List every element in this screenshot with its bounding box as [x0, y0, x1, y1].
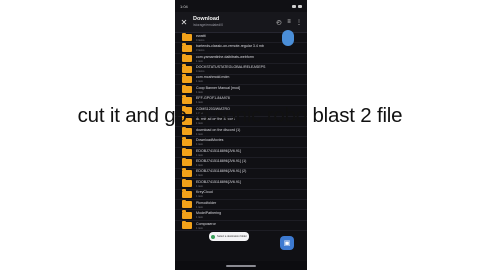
file-details: 1 item — [196, 80, 204, 84]
wifi-icon — [292, 4, 296, 8]
row-text: KreyCloud 1 item — [196, 190, 307, 198]
row-text: download on the discord (1) 1 item — [196, 128, 307, 136]
file-row[interactable]: KreyCloud 1 item — [175, 189, 307, 200]
file-row[interactable]: DownloadMovies 1 item — [175, 137, 307, 148]
file-row[interactable]: EDOBJ7415118896[JV6.91] 1 item — [175, 147, 307, 159]
home-gesture-bar[interactable] — [226, 264, 256, 267]
row-text: ModelPathering 1 item — [196, 211, 307, 219]
file-details: 4 items — [196, 70, 205, 74]
folder-icon — [182, 64, 192, 73]
file-row[interactable]: Pkmodfolder 1 item — [175, 199, 307, 211]
folder-icon — [182, 126, 192, 136]
video-caption: cut it and go to sonic robo blast 2 file — [77, 104, 403, 127]
file-row[interactable]: com.yamamtinhe.daibitrats-webform 1 item — [175, 53, 307, 65]
paste-fab-button[interactable]: ▣ — [280, 236, 294, 250]
folder-icon — [182, 137, 192, 146]
file-details: 1 item — [196, 205, 204, 209]
file-details: 1 item — [196, 195, 204, 199]
folder-icon — [182, 53, 192, 63]
status-icons — [292, 4, 302, 8]
file-details: 1 item — [196, 143, 204, 147]
file-details: 1 item — [196, 163, 204, 167]
folder-icon — [182, 178, 192, 188]
row-text: DownloadMovies 1 item — [196, 138, 307, 146]
folder-icon — [182, 168, 192, 177]
folder-path: /storage/emulated/0 — [193, 23, 223, 27]
battery-icon — [298, 4, 302, 8]
row-text: DOCKSTATUSTATEGLOBAL/RELEASEPS 4 items — [196, 65, 307, 73]
more-icon[interactable]: ⋮ — [294, 19, 304, 26]
file-details: 1 item — [196, 226, 204, 230]
file-row[interactable]: Coop Banner Manual [mod] 1 item — [175, 84, 307, 96]
file-row[interactable]: com.mcahmoid.mdm 1 item — [175, 74, 307, 86]
file-details: 1 item — [196, 184, 204, 188]
row-text: EDOBJ7415118896[JV6.91] (1) 1 item — [196, 159, 307, 167]
folder-icon — [182, 199, 192, 209]
file-row[interactable]: EDOBJ7415118896[JV6.91] 1 item — [175, 178, 307, 190]
file-row[interactable]: EDOBJ7415118896[JV6.91] (2) 1 item — [175, 168, 307, 180]
phone-screen: 1:04 ✕ Download /storage/emulated/0 ◴ ≡ … — [175, 0, 307, 270]
file-details: 1 item — [196, 59, 204, 63]
file-row[interactable]: EDOBJ7415118896[JV6.91] (1) 1 item — [175, 157, 307, 169]
file-row[interactable]: ModelPathering 1 item — [175, 210, 307, 221]
folder-icon — [182, 43, 192, 52]
navigation-bar — [175, 261, 307, 270]
folder-icon — [182, 147, 192, 157]
folder-icon — [182, 210, 192, 219]
folder-icon — [182, 220, 192, 230]
check-icon — [211, 234, 215, 239]
file-row[interactable]: DOCKSTATUSTATEGLOBAL/RELEASEPS 4 items — [175, 64, 307, 75]
file-details: 1 item — [196, 174, 204, 178]
snackbar-text: Select a destination folder — [217, 235, 247, 238]
snackbar: Select a destination folder — [209, 232, 249, 241]
file-details: 1 item — [196, 153, 204, 157]
history-icon[interactable]: ◴ — [274, 19, 284, 26]
close-icon[interactable]: ✕ — [178, 18, 190, 27]
paste-icon: ▣ — [283, 240, 291, 247]
row-text: com.yamamtinhe.daibitrats-webform 1 item — [196, 55, 307, 63]
row-text: Composeror 1 item — [196, 222, 307, 230]
sort-icon[interactable]: ≡ — [284, 19, 294, 25]
folder-icon — [182, 74, 192, 83]
status-time: 1:04 — [180, 3, 188, 9]
file-details: 1 item — [196, 90, 204, 94]
folder-title: Download — [193, 16, 220, 22]
row-text: com.mcahmoid.mdm 1 item — [196, 75, 307, 83]
row-text: Coop Banner Manual [mod] 1 item — [196, 86, 307, 94]
scroll-handle[interactable] — [282, 30, 294, 46]
file-details: 3 items — [196, 49, 205, 53]
row-text: Pkmodfolder 1 item — [196, 201, 307, 209]
row-text: EDOBJ7415118896[JV6.91] 1 item — [196, 180, 307, 188]
toolbar-titles: Download /storage/emulated/0 — [193, 16, 274, 28]
row-text: EDOBJ7415118896[JV6.91] (2) 1 item — [196, 169, 307, 177]
file-row[interactable]: download on the discord (1) 1 item — [175, 126, 307, 138]
folder-icon — [182, 157, 192, 167]
row-text: EDOBJ7415118896[JV6.91] 1 item — [196, 149, 307, 157]
folder-icon — [182, 189, 192, 198]
folder-icon — [182, 95, 192, 104]
file-row[interactable]: Composeror 1 item — [175, 220, 307, 232]
status-bar: 1:04 — [175, 0, 307, 12]
file-list: ewattt 4 items bartends-classic-on-remote-… — [175, 32, 307, 232]
folder-icon — [182, 84, 192, 94]
folder-icon — [182, 32, 192, 42]
file-details: 1 item — [196, 132, 204, 136]
file-details: 1 item — [196, 216, 204, 220]
